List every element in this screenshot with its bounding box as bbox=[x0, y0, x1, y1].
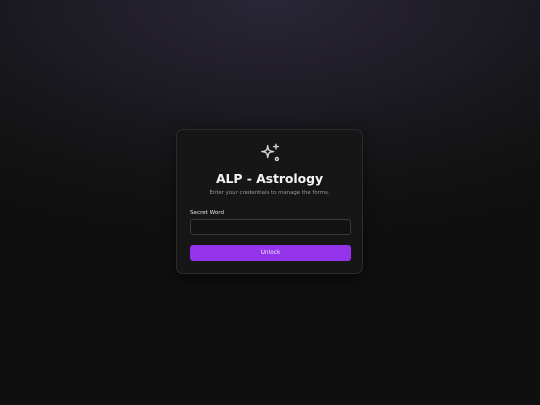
secret-word-label: Secret Word bbox=[190, 210, 225, 216]
login-card: ALP - Astrology Enter your credentials t… bbox=[176, 129, 363, 274]
page-subtitle: Enter your credentials to manage the for… bbox=[209, 190, 330, 196]
sparkles-icon bbox=[261, 143, 280, 162]
unlock-button[interactable]: Unlock bbox=[190, 245, 351, 261]
page-title: ALP - Astrology bbox=[215, 171, 323, 186]
secret-word-input[interactable] bbox=[190, 219, 351, 235]
